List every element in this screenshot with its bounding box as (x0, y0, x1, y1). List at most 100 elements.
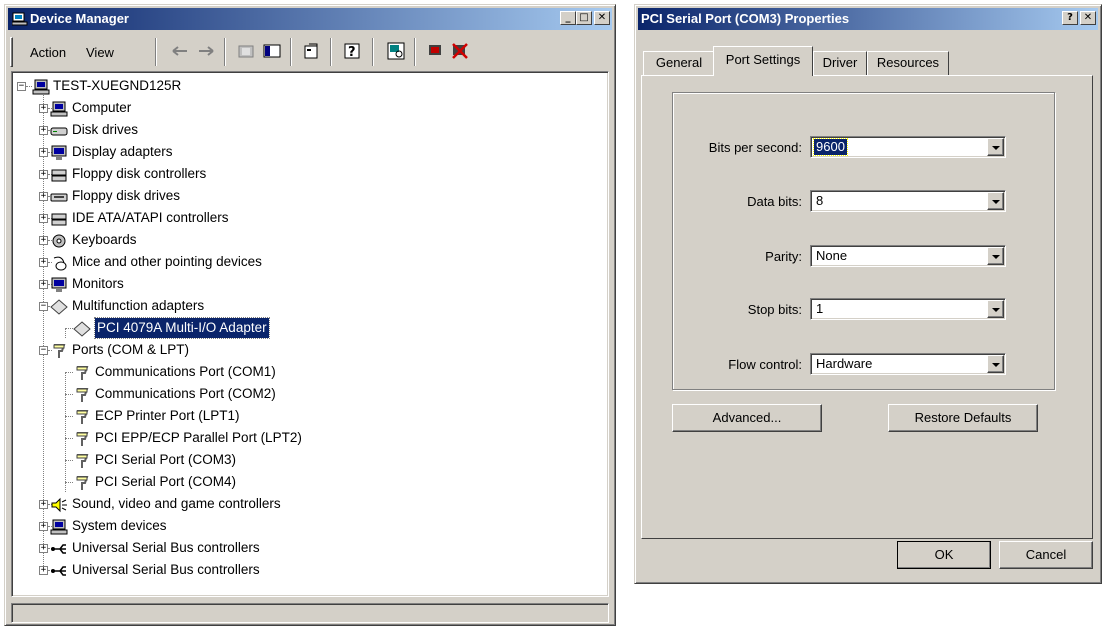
tree-item-label[interactable]: Floppy disk drives (72, 186, 180, 206)
chevron-down-icon[interactable] (987, 355, 1004, 373)
port-settings-panel: Bits per second: 9600 Data bits: 8 Parit… (641, 75, 1093, 539)
toolbar-separator (224, 38, 226, 66)
help-icon[interactable]: ? (340, 39, 364, 63)
back-icon[interactable] (168, 39, 192, 63)
expand-toggle[interactable]: + (39, 126, 48, 135)
uninstall-device-icon[interactable] (448, 39, 472, 63)
cancel-button[interactable]: Cancel (999, 541, 1093, 569)
scan-hardware-icon[interactable] (384, 39, 408, 63)
tree-item-label[interactable]: Universal Serial Bus controllers (72, 538, 260, 558)
expand-toggle[interactable]: + (39, 214, 48, 223)
tree-line (65, 372, 66, 492)
expand-toggle[interactable]: + (39, 544, 48, 553)
toolbar-separator (155, 38, 157, 66)
collapse-toggle[interactable]: − (39, 302, 48, 311)
chevron-down-icon[interactable] (987, 300, 1004, 318)
tree-item-label[interactable]: PCI Serial Port (COM3) (95, 450, 236, 470)
bits-per-second-value: 9600 (813, 138, 848, 156)
properties-titlebar[interactable]: PCI Serial Port (COM3) Properties ? ✕ (638, 8, 1098, 30)
expand-toggle[interactable]: + (39, 566, 48, 575)
tree-item-label[interactable]: Multifunction adapters (72, 296, 204, 316)
tree-item-label[interactable]: Display adapters (72, 142, 173, 162)
stop-bits-select[interactable]: 1 (810, 298, 1006, 320)
tree-item-label[interactable]: Sound, video and game controllers (72, 494, 281, 514)
parity-label: Parity: (765, 249, 802, 264)
tree-item-label[interactable]: Computer (72, 98, 131, 118)
data-bits-select[interactable]: 8 (810, 190, 1006, 212)
computer-icon (50, 519, 68, 535)
bits-per-second-label: Bits per second: (708, 140, 802, 155)
ok-button[interactable]: OK (897, 541, 991, 569)
tab-port-settings[interactable]: Port Settings (713, 46, 813, 76)
menu-action[interactable]: Action (30, 45, 66, 60)
tree-item-label[interactable]: IDE ATA/ATAPI controllers (72, 208, 229, 228)
flow-control-select[interactable]: Hardware (810, 353, 1006, 375)
expand-toggle[interactable]: + (39, 500, 48, 509)
restore-defaults-button[interactable]: Restore Defaults (888, 404, 1038, 432)
help-title-button[interactable]: ? (1062, 11, 1078, 25)
parity-select[interactable]: None (810, 245, 1006, 267)
toolbar-separator (330, 38, 332, 66)
toolbar-separator (414, 38, 416, 66)
tree-item-label[interactable]: Communications Port (COM2) (95, 384, 276, 404)
menu-view[interactable]: View (86, 45, 114, 60)
chevron-down-icon[interactable] (987, 138, 1004, 156)
expand-toggle[interactable]: + (39, 104, 48, 113)
tree-item-label[interactable]: PCI EPP/ECP Parallel Port (LPT2) (95, 428, 302, 448)
svg-text:?: ? (348, 45, 356, 60)
expand-toggle[interactable]: + (39, 522, 48, 531)
port-icon (76, 454, 89, 468)
tab-driver[interactable]: Driver (813, 51, 867, 75)
bits-per-second-select[interactable]: 9600 (810, 136, 1006, 158)
expand-toggle[interactable]: + (39, 280, 48, 289)
properties-icon[interactable] (300, 39, 324, 63)
tree-line (65, 328, 73, 329)
chevron-down-icon[interactable] (987, 192, 1004, 210)
computer-icon (32, 79, 50, 95)
port-icon (53, 344, 66, 358)
tree-item-label[interactable]: PCI 4079A Multi-I/O Adapter (94, 317, 270, 339)
tree-line (43, 94, 44, 568)
collapse-toggle[interactable]: − (39, 346, 48, 355)
show-hide-tree-icon[interactable] (260, 39, 284, 63)
menu-grip (10, 37, 13, 67)
up-folder-icon[interactable] (234, 39, 258, 63)
tree-item-label[interactable]: ECP Printer Port (LPT1) (95, 406, 240, 426)
tab-general[interactable]: General (643, 51, 715, 75)
tree-item-label[interactable]: Floppy disk controllers (72, 164, 206, 184)
disable-device-icon[interactable] (424, 39, 448, 63)
tree-item-label[interactable]: PCI Serial Port (COM4) (95, 472, 236, 492)
tab-resources[interactable]: Resources (867, 51, 949, 75)
expand-toggle[interactable]: + (39, 236, 48, 245)
expand-toggle[interactable]: + (39, 258, 48, 267)
tree-item-label[interactable]: Disk drives (72, 120, 138, 140)
advanced-button[interactable]: Advanced... (672, 404, 822, 432)
properties-title: PCI Serial Port (COM3) Properties (641, 11, 850, 26)
device-manager-title: Device Manager (30, 11, 129, 26)
status-bar (11, 603, 609, 623)
stop-bits-value: 1 (816, 301, 824, 316)
tree-item-label[interactable]: Ports (COM & LPT) (72, 340, 189, 360)
device-manager-icon (12, 12, 28, 26)
tree-item-label[interactable]: System devices (72, 516, 167, 536)
tree-root-label[interactable]: TEST-XUEGND125R (53, 76, 181, 96)
chevron-down-icon[interactable] (987, 247, 1004, 265)
expand-toggle[interactable]: + (39, 170, 48, 179)
minimize-button[interactable]: _ (560, 11, 576, 25)
tree-item-label[interactable]: Universal Serial Bus controllers (72, 560, 260, 580)
device-manager-titlebar[interactable]: Device Manager _ □ ✕ (8, 8, 612, 30)
stop-bits-label: Stop bits: (747, 302, 802, 317)
close-button[interactable]: ✕ (594, 11, 610, 25)
close-button[interactable]: ✕ (1080, 11, 1096, 25)
tree-item-label[interactable]: Mice and other pointing devices (72, 252, 262, 272)
maximize-button[interactable]: □ (576, 11, 592, 25)
expand-toggle[interactable]: + (39, 148, 48, 157)
expand-toggle[interactable]: + (39, 192, 48, 201)
device-tree[interactable]: − TEST-XUEGND125R + Computer + Disk drives +… (11, 71, 609, 597)
tree-item-label[interactable]: Monitors (72, 274, 124, 294)
forward-icon[interactable] (194, 39, 218, 63)
tree-item-label[interactable]: Keyboards (72, 230, 137, 250)
keyboard-icon (52, 234, 66, 248)
collapse-toggle[interactable]: − (17, 82, 26, 91)
tree-item-label[interactable]: Communications Port (COM1) (95, 362, 276, 382)
